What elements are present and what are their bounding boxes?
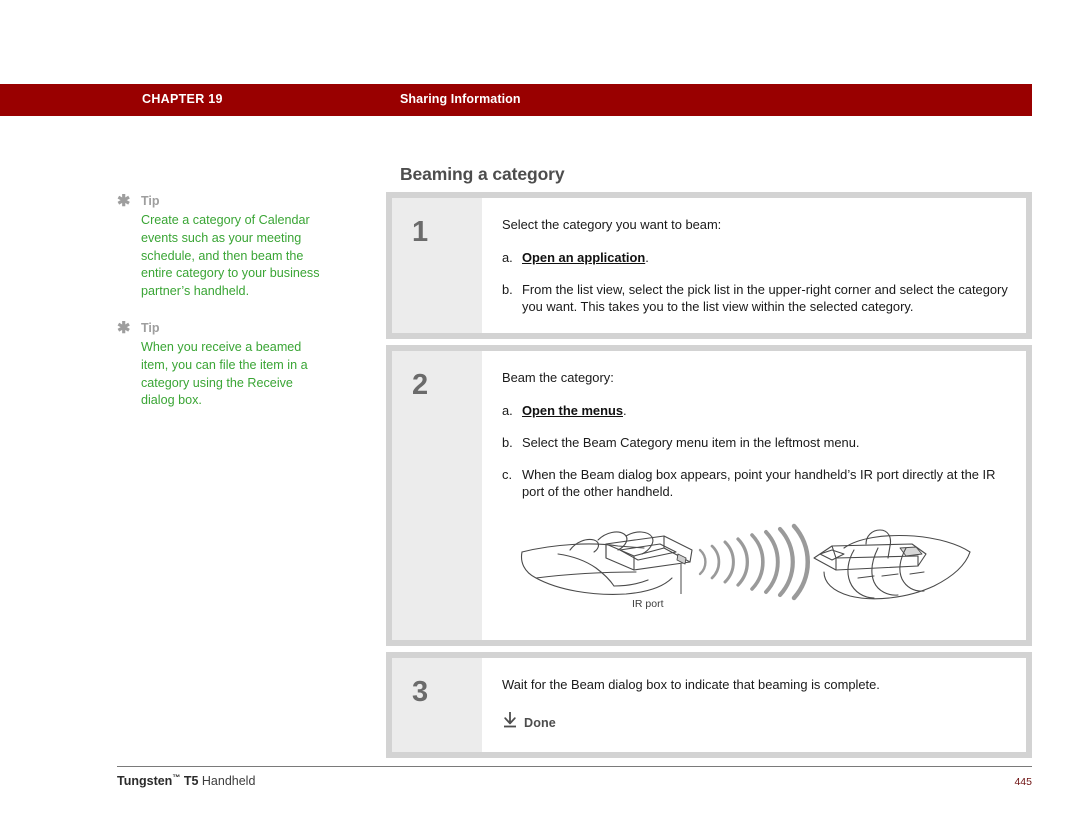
step-content-3: Wait for the Beam dialog box to indicate…: [482, 658, 1026, 752]
footer-trademark: ™: [172, 773, 181, 782]
done-indicator: Done: [502, 711, 1008, 734]
substep-marker: b.: [502, 282, 513, 297]
substep-marker: a.: [502, 403, 513, 418]
step-content-2: Beam the category: a. Open the menus. b.…: [482, 351, 1026, 640]
step-number-1: 1: [412, 216, 429, 248]
substep-text: Open the menus.: [522, 402, 1008, 419]
tip-text-2: When you receive a beamed item, you can …: [141, 339, 308, 408]
page-header-bar: CHAPTER 19 Sharing Information: [0, 84, 1032, 116]
substep-text-tail: .: [623, 403, 627, 418]
asterisk-icon: ✱: [117, 193, 131, 210]
header-section-label: Sharing Information: [400, 92, 521, 106]
step-card-3: 3 Wait for the Beam dialog box to indica…: [386, 652, 1032, 758]
asterisk-icon: ✱: [117, 319, 131, 337]
beaming-handhelds-diagram: IR port: [514, 514, 984, 622]
tip-label-2: Tip: [141, 320, 160, 335]
header-chapter-label: CHAPTER 19: [142, 92, 223, 106]
page-number: 445: [1014, 776, 1032, 788]
substep-list-1: a. Open an application. b. From the list…: [502, 249, 1008, 315]
step-number-column-1: 1: [392, 198, 482, 333]
step-card-1: 1 Select the category you want to beam: …: [386, 192, 1032, 339]
sidebar-tips: ✱ Tip Create a category of Calendar even…: [117, 194, 367, 430]
footer-model: T5: [183, 774, 199, 789]
ir-port-label: IR port: [632, 598, 664, 610]
tip-block-1: ✱ Tip Create a category of Calendar even…: [117, 194, 367, 301]
substep-list-2: a. Open the menus. b. Select the Beam Ca…: [502, 402, 1008, 500]
substep-marker: c.: [502, 467, 513, 482]
step-content-1: Select the category you want to beam: a.…: [482, 198, 1026, 333]
step-number-2: 2: [412, 369, 429, 401]
step-lead-1: Select the category you want to beam:: [502, 217, 722, 232]
substep-1a: a. Open an application.: [502, 249, 1008, 266]
page-title: Beaming a category: [400, 164, 565, 184]
substep-2a: a. Open the menus.: [502, 402, 1008, 419]
substep-1b: b. From the list view, select the pick l…: [502, 281, 1008, 315]
step-number-column-3: 3: [392, 658, 482, 752]
step-lead-2: Beam the category:: [502, 370, 614, 385]
done-label: Done: [524, 715, 556, 730]
footer-brand: Tungsten: [117, 774, 173, 789]
substep-2b: b. Select the Beam Category menu item in…: [502, 434, 1008, 451]
open-the-menus-link[interactable]: Open the menus: [522, 403, 623, 418]
footer-divider: [117, 766, 1032, 767]
step-card-2: 2 Beam the category: a. Open the menus. …: [386, 345, 1032, 646]
tip-header-2: ✱ Tip: [117, 319, 367, 337]
tip-header-1: ✱ Tip: [117, 193, 367, 210]
substep-text: From the list view, select the pick list…: [522, 282, 1008, 314]
substep-2c: c. When the Beam dialog box appears, poi…: [502, 466, 1008, 500]
substep-text: When the Beam dialog box appears, point …: [522, 467, 996, 499]
step-lead-3: Wait for the Beam dialog box to indicate…: [502, 677, 880, 692]
down-arrow-to-bar-icon: [502, 711, 524, 734]
ir-beam-waves: [698, 523, 810, 601]
substep-marker: a.: [502, 250, 513, 265]
tip-block-2: ✱ Tip When you receive a beamed item, yo…: [117, 319, 367, 410]
procedure-steps: 1 Select the category you want to beam: …: [386, 192, 1032, 758]
step-number-column-2: 2: [392, 351, 482, 640]
substep-marker: b.: [502, 435, 513, 450]
substep-text-tail: .: [645, 250, 649, 265]
beaming-handhelds-illustration: [520, 523, 971, 601]
footer-product-label: Tungsten™ T5 Handheld: [117, 773, 255, 788]
substep-text: Open an application.: [522, 249, 1008, 266]
substep-text: Select the Beam Category menu item in th…: [522, 435, 860, 450]
open-an-application-link[interactable]: Open an application: [522, 250, 645, 265]
footer-type: Handheld: [201, 774, 256, 789]
step-number-3: 3: [412, 676, 429, 708]
tip-label-1: Tip: [141, 194, 160, 208]
tip-text-1: Create a category of Calendar events suc…: [141, 213, 320, 299]
